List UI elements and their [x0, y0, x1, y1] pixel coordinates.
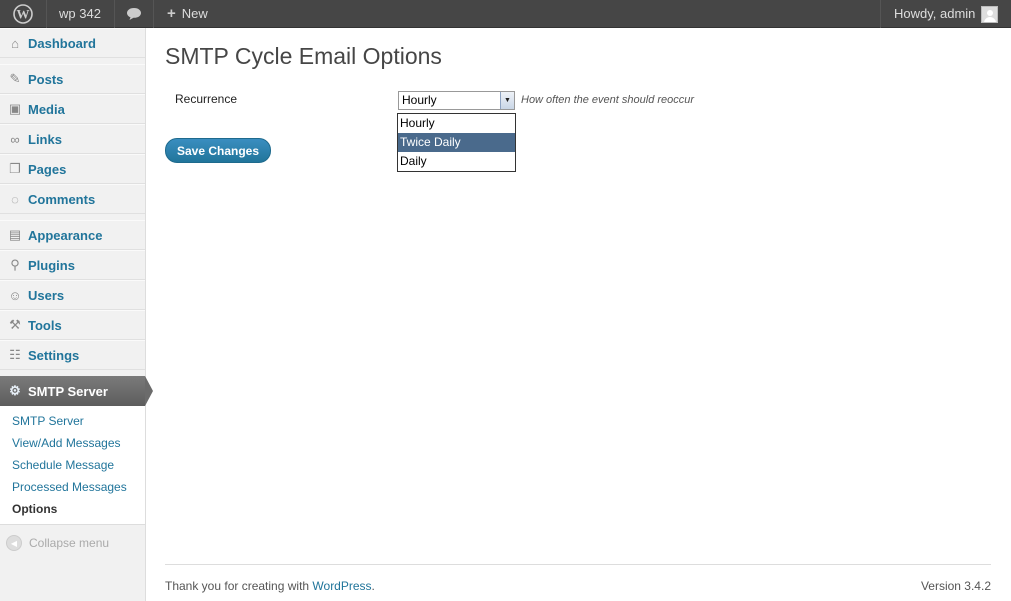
home-icon: ⌂ [11, 35, 19, 51]
sidebar-item-label: Media [28, 101, 65, 117]
sidebar-item-tools[interactable]: ⚒ Tools [0, 310, 145, 340]
sidebar-item-label: Plugins [28, 257, 75, 273]
recurrence-label: Recurrence [175, 92, 238, 106]
wordpress-logo-icon: W [13, 4, 33, 24]
plus-icon: + [167, 5, 176, 22]
comment-icon: ◌ [11, 191, 19, 207]
sidebar-item-label: Tools [28, 317, 62, 333]
chevron-down-icon[interactable]: ▼ [500, 92, 514, 109]
sidebar-item-label: Pages [28, 161, 67, 177]
sidebar-item-label: Users [28, 287, 65, 303]
account-menu[interactable]: Howdy, admin [880, 0, 1011, 28]
site-name-link[interactable]: wp 342 [47, 0, 115, 28]
submenu-item-smtp-server[interactable]: SMTP Server [0, 410, 145, 432]
collapse-menu-button[interactable]: ◀ Collapse menu [0, 528, 145, 558]
admin-bar: W wp 342 + New Howdy, admin [0, 0, 1011, 28]
option-twice-daily[interactable]: Twice Daily [398, 133, 515, 152]
option-hourly[interactable]: Hourly [398, 114, 515, 133]
smtp-submenu: SMTP Server View/Add Messages Schedule M… [0, 406, 145, 525]
new-label: New [181, 6, 208, 21]
sidebar-item-dashboard[interactable]: ⌂ Dashboard [0, 28, 145, 58]
appearance-icon: ▤ [8, 227, 22, 242]
sidebar-item-label: Links [28, 131, 62, 147]
sidebar-item-users[interactable]: ☺ Users [0, 280, 145, 310]
sidebar-item-label: SMTP Server [28, 383, 108, 399]
sidebar-item-label: Settings [28, 347, 80, 363]
collapse-arrow-icon: ◀ [6, 535, 22, 551]
recurrence-select[interactable]: Hourly ▼ [398, 91, 515, 110]
main-content: SMTP Cycle Email Options Recurrence Hour… [146, 28, 1011, 601]
sidebar-item-settings[interactable]: ☷ Settings [0, 340, 145, 370]
recurrence-description: How often the event should reoccur [521, 94, 695, 106]
sidebar-item-posts[interactable]: ✎ Posts [0, 64, 145, 94]
avatar [981, 5, 999, 23]
sidebar-item-comments[interactable]: ◌ Comments [0, 184, 145, 214]
comment-bubble-icon [127, 8, 141, 20]
wordpress-logo-button[interactable]: W [0, 0, 47, 28]
footer-version: Version 3.4.2 [920, 579, 991, 593]
sidebar-item-label: Comments [28, 191, 96, 207]
sidebar-item-plugins[interactable]: ⚲ Plugins [0, 250, 145, 280]
link-icon: ∞ [10, 131, 20, 147]
footer-thanks-suffix: . [371, 579, 375, 593]
collapse-menu-label: Collapse menu [29, 536, 110, 550]
submenu-item-schedule-message[interactable]: Schedule Message [0, 454, 145, 476]
submenu-item-options[interactable]: Options [0, 498, 145, 520]
gear-icon: ⚙ [9, 383, 21, 398]
submenu-item-processed-messages[interactable]: Processed Messages [0, 476, 145, 498]
tools-icon: ⚒ [9, 317, 21, 332]
sidebar-item-smtp-server[interactable]: ⚙ SMTP Server [0, 376, 153, 406]
new-content-button[interactable]: + New [154, 0, 229, 28]
sidebar-item-media[interactable]: ▣ Media [0, 94, 145, 124]
submenu-item-view-add-messages[interactable]: View/Add Messages [0, 432, 145, 454]
sidebar-item-label: Posts [28, 71, 64, 87]
recurrence-selected-value: Hourly [402, 93, 437, 107]
option-daily[interactable]: Daily [398, 152, 515, 171]
admin-sidebar: ⌂ Dashboard ✎ Posts ▣ Media ∞ Links ❐ Pa… [0, 28, 153, 601]
footer-thanks-prefix: Thank you for creating with [165, 579, 313, 593]
pushpin-icon: ✎ [9, 71, 21, 86]
page-icon: ❐ [9, 161, 21, 176]
sidebar-item-pages[interactable]: ❐ Pages [0, 154, 145, 184]
save-changes-button[interactable]: Save Changes [165, 138, 271, 163]
media-icon: ▣ [8, 101, 22, 116]
comments-button[interactable] [115, 0, 154, 28]
svg-text:W: W [17, 7, 30, 22]
greeting-text: Howdy, admin [894, 6, 976, 21]
recurrence-dropdown-list: Hourly Twice Daily Daily [397, 113, 516, 172]
footer-divider [165, 564, 991, 565]
sidebar-item-label: Dashboard [28, 35, 96, 51]
plugin-icon: ⚲ [10, 257, 20, 272]
sidebar-item-links[interactable]: ∞ Links [0, 124, 145, 154]
page-title: SMTP Cycle Email Options [165, 43, 442, 69]
sidebar-item-appearance[interactable]: ▤ Appearance [0, 220, 145, 250]
users-icon: ☺ [8, 287, 22, 303]
wordpress-link[interactable]: WordPress [312, 579, 371, 593]
footer-thanks: Thank you for creating with WordPress. [165, 579, 375, 593]
settings-icon: ☷ [9, 347, 21, 362]
sidebar-item-label: Appearance [28, 227, 103, 243]
